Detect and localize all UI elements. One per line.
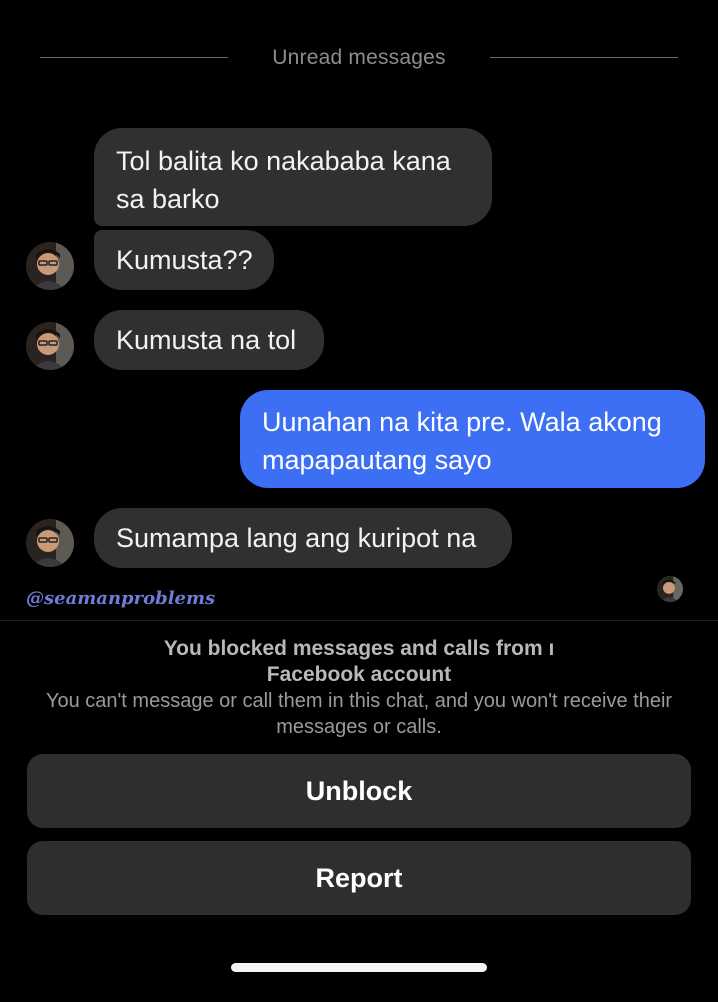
watermark-text: @seamanproblems (26, 588, 216, 609)
message-bubble-incoming[interactable]: Kumusta na tol (94, 310, 324, 370)
message-bubble-incoming[interactable]: Kumusta?? (94, 230, 274, 290)
blocked-title-line2: Facebook account (266, 663, 452, 686)
blocked-description: You can't message or call them in this c… (45, 690, 673, 738)
blocked-title: You blocked messages and calls from ı Fa… (0, 636, 718, 688)
message-bubble-incoming[interactable]: Tol balita ko nakababa kana sa barko (94, 128, 492, 226)
message-bubble-outgoing[interactable]: Uunahan na kita pre. Wala akong mapapaut… (240, 390, 705, 488)
blocked-panel: You blocked messages and calls from ı Fa… (0, 620, 718, 1002)
contact-avatar-icon[interactable] (26, 242, 74, 290)
message-text: Kumusta na tol (116, 325, 297, 355)
seen-avatar-icon (657, 576, 683, 602)
report-button[interactable]: Report (27, 841, 691, 915)
message-text: Uunahan na kita pre. Wala akong mapapaut… (262, 407, 662, 475)
blocked-title-line1: You blocked messages and calls from ı (163, 637, 555, 660)
unread-label: Unread messages (272, 46, 446, 69)
contact-avatar-icon[interactable] (26, 519, 74, 567)
message-text: Tol balita ko nakababa kana sa barko (116, 146, 451, 214)
unblock-button[interactable]: Unblock (27, 754, 691, 828)
unread-divider: Unread messages (0, 38, 718, 78)
divider-line-right (490, 57, 678, 58)
message-text: Kumusta?? (116, 245, 253, 275)
message-bubble-incoming[interactable]: Sumampa lang ang kuripot na (94, 508, 512, 568)
contact-avatar-icon[interactable] (26, 322, 74, 370)
message-text: Sumampa lang ang kuripot na (116, 523, 477, 553)
home-indicator[interactable] (231, 963, 487, 972)
